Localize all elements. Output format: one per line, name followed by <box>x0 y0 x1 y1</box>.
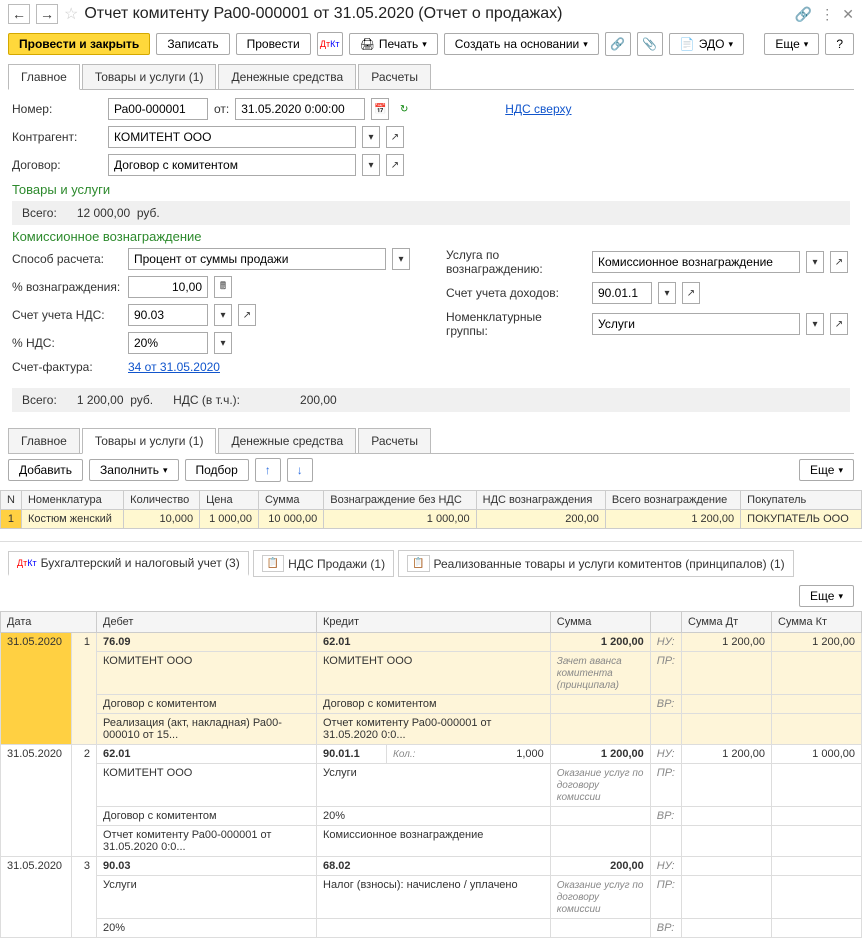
acct-row[interactable]: КОМИТЕНТ ООО Услуги Оказание услуг по до… <box>1 764 862 807</box>
back-button[interactable]: ← <box>8 4 30 24</box>
tab-money[interactable]: Денежные средства <box>218 64 356 89</box>
goods-total: 12 000,00 <box>77 206 130 220</box>
add-button[interactable]: Добавить <box>8 459 83 481</box>
percent-input[interactable] <box>128 276 208 298</box>
calendar-icon[interactable]: 📅 <box>371 98 389 120</box>
edo-button[interactable]: 📄 ЭДО <box>669 33 744 55</box>
contract-label: Договор: <box>12 158 102 172</box>
acct-row[interactable]: 31.05.2020 3 90.03 68.02 200,00 НУ: <box>1 857 862 876</box>
goods-section-title: Товары и услуги <box>12 182 850 197</box>
acct-row[interactable]: 31.05.2020 2 62.01 90.01.1Кол.: 1,000 1 … <box>1 745 862 764</box>
tab2-goods[interactable]: Товары и услуги (1) <box>82 428 217 454</box>
forward-button[interactable]: → <box>36 4 58 24</box>
page-title: Отчет комитенту Ра00-000001 от 31.05.202… <box>84 5 788 23</box>
refresh-icon[interactable]: ↻ <box>395 98 413 120</box>
acct-row[interactable]: 20% ВР: <box>1 919 862 938</box>
open-icon[interactable]: ↗ <box>830 251 848 273</box>
date-input[interactable] <box>235 98 365 120</box>
move-up-button[interactable]: ↑ <box>255 458 281 482</box>
nom-group-input[interactable] <box>592 313 800 335</box>
calc-icon[interactable]: 🖩 <box>214 276 232 298</box>
vat-mode-link[interactable]: НДС сверху <box>505 102 571 116</box>
goods-table: N Номенклатура Количество Цена Сумма Воз… <box>0 490 862 529</box>
percent-label: % вознаграждения: <box>12 280 122 294</box>
tab2-main[interactable]: Главное <box>8 428 80 453</box>
link-icon[interactable]: 🔗 <box>795 6 812 23</box>
acct-tab[interactable]: ДтКт Бухгалтерский и налоговый учет (3) <box>8 551 249 576</box>
close-icon[interactable]: ✕ <box>842 6 854 23</box>
post-button[interactable]: Провести <box>236 33 311 55</box>
acct-row[interactable]: Услуги Налог (взносы): начислено / уплач… <box>1 876 862 919</box>
acct-more-button[interactable]: Еще <box>799 585 854 607</box>
accounting-table: Дата Дебет Кредит Сумма Сумма Дт Сумма К… <box>0 611 862 938</box>
acct-row[interactable]: Отчет комитенту Ра00-000001 от 31.05.202… <box>1 826 862 857</box>
tab-calc[interactable]: Расчеты <box>358 64 431 89</box>
open-icon[interactable]: ↗ <box>238 304 256 326</box>
dropdown-icon[interactable]: ▾ <box>806 251 824 273</box>
favorite-icon[interactable]: ☆ <box>64 4 78 24</box>
fill-button[interactable]: Заполнить <box>89 459 178 481</box>
goods-total-label: Всего: <box>22 206 57 220</box>
dtkt-button[interactable]: ДтКт <box>317 32 343 56</box>
acct-row[interactable]: Договор с комитентом 20% ВР: <box>1 807 862 826</box>
income-acct-input[interactable] <box>592 282 652 304</box>
tab-main[interactable]: Главное <box>8 64 80 90</box>
link-button[interactable]: 🔗 <box>605 32 631 56</box>
tab2-money[interactable]: Денежные средства <box>218 428 356 453</box>
income-acct-label: Счет учета доходов: <box>446 286 586 300</box>
open-icon[interactable]: ↗ <box>830 313 848 335</box>
dropdown-icon[interactable]: ▾ <box>362 126 380 148</box>
acct-row[interactable]: Реализация (акт, накладная) Ра00-000010 … <box>1 714 862 745</box>
dropdown-icon[interactable]: ▾ <box>214 304 232 326</box>
acct-row[interactable]: КОМИТЕНТ ООО КОМИТЕНТ ООО Зачет аванса к… <box>1 652 862 695</box>
from-label: от: <box>214 102 229 116</box>
dropdown-icon[interactable]: ▾ <box>806 313 824 335</box>
table-row[interactable]: 1 Костюм женский 10,000 1 000,00 10 000,… <box>1 510 862 529</box>
attach-button[interactable]: 📎 <box>637 32 663 56</box>
move-down-button[interactable]: ↓ <box>287 458 313 482</box>
tab2-calc[interactable]: Расчеты <box>358 428 431 453</box>
contragent-input[interactable] <box>108 126 356 148</box>
method-label: Способ расчета: <box>12 252 122 266</box>
tab-goods[interactable]: Товары и услуги (1) <box>82 64 217 89</box>
contract-input[interactable] <box>108 154 356 176</box>
vat-acct-input[interactable] <box>128 304 208 326</box>
print-button[interactable]: 🖨 Печать <box>349 33 438 55</box>
contragent-label: Контрагент: <box>12 130 102 144</box>
kebab-icon[interactable]: ⋮ <box>820 6 834 23</box>
vat-rate-label: % НДС: <box>12 336 122 350</box>
acct-row[interactable]: 31.05.2020 1 76.09 62.01 1 200,00 НУ: 1 … <box>1 633 862 652</box>
dropdown-icon[interactable]: ▾ <box>214 332 232 354</box>
dropdown-icon[interactable]: ▾ <box>392 248 410 270</box>
save-button[interactable]: Записать <box>156 33 229 55</box>
nom-group-label: Номенклатурные группы: <box>446 310 586 338</box>
number-input[interactable] <box>108 98 208 120</box>
invoice-link[interactable]: 34 от 31.05.2020 <box>128 360 220 374</box>
method-input[interactable] <box>128 248 386 270</box>
vat-sales-tab[interactable]: 📋 НДС Продажи (1) <box>253 550 394 577</box>
vat-rate-input[interactable] <box>128 332 208 354</box>
goods-more-button[interactable]: Еще <box>799 459 854 481</box>
open-icon[interactable]: ↗ <box>386 154 404 176</box>
dropdown-icon[interactable]: ▾ <box>362 154 380 176</box>
help-button[interactable]: ? <box>825 33 854 55</box>
open-icon[interactable]: ↗ <box>386 126 404 148</box>
more-button[interactable]: Еще <box>764 33 819 55</box>
invoice-label: Счет-фактура: <box>12 360 122 374</box>
create-based-button[interactable]: Создать на основании <box>444 33 599 55</box>
comm-total-label: Всего: <box>22 393 57 407</box>
service-label: Услуга по вознаграждению: <box>446 248 586 276</box>
post-close-button[interactable]: Провести и закрыть <box>8 33 150 55</box>
dropdown-icon[interactable]: ▾ <box>658 282 676 304</box>
pick-button[interactable]: Подбор <box>185 459 249 481</box>
service-input[interactable] <box>592 251 800 273</box>
vat-acct-label: Счет учета НДС: <box>12 308 122 322</box>
number-label: Номер: <box>12 102 102 116</box>
commission-section-title: Комиссионное вознаграждение <box>12 229 850 244</box>
acct-row[interactable]: Договор с комитентом Договор с комитенто… <box>1 695 862 714</box>
realized-tab[interactable]: 📋 Реализованные товары и услуги комитент… <box>398 550 794 577</box>
open-icon[interactable]: ↗ <box>682 282 700 304</box>
